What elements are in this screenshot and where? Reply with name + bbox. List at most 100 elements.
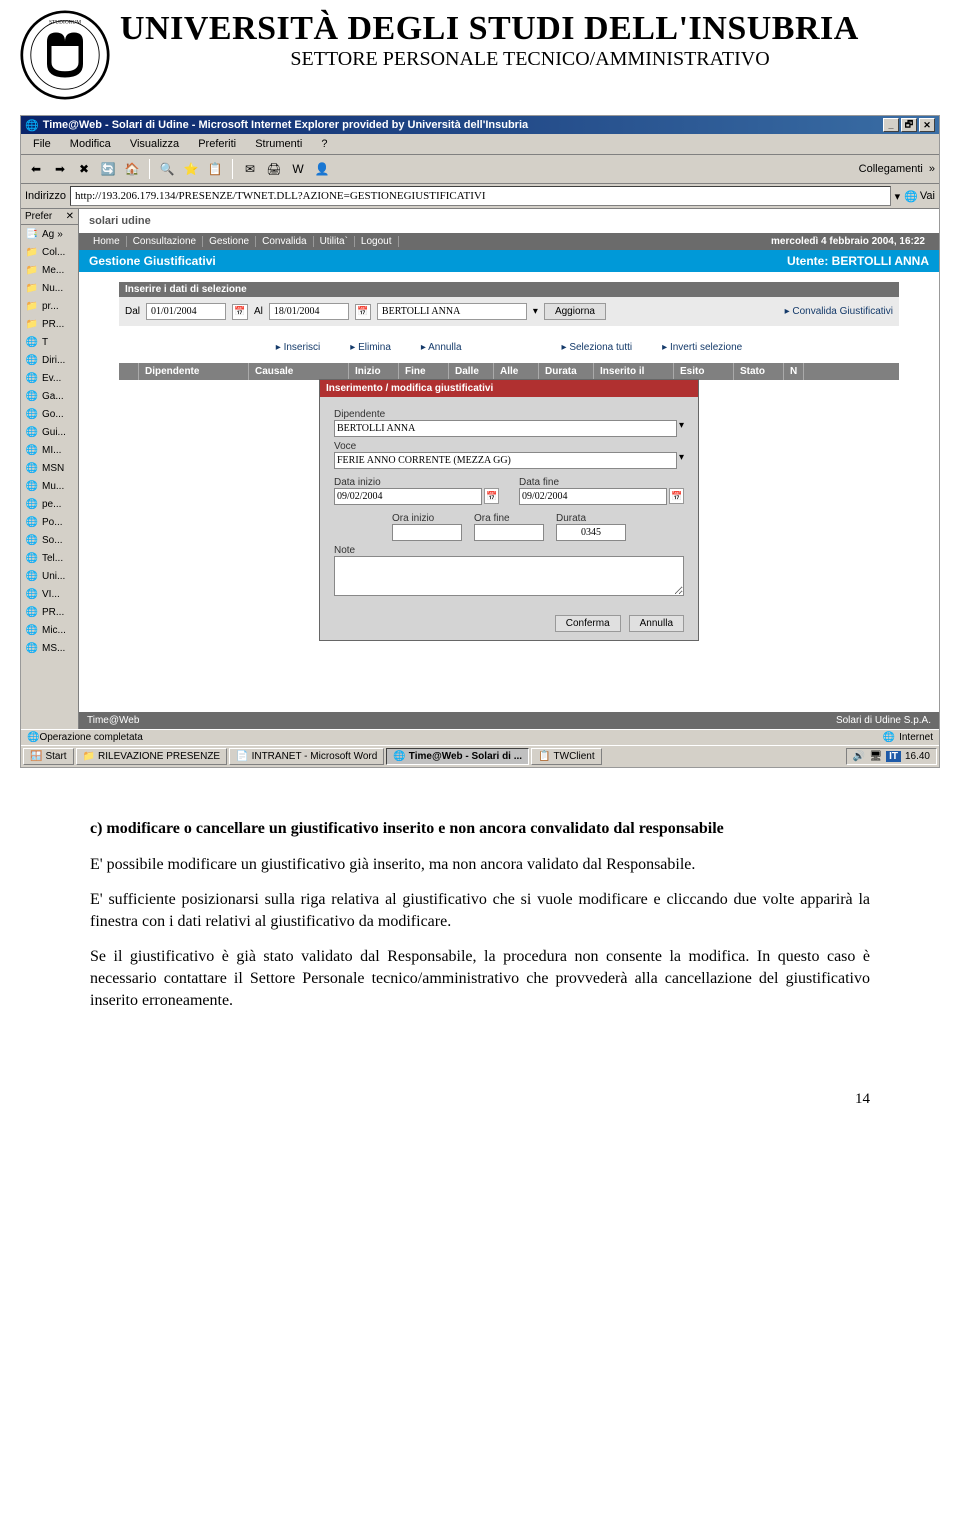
aggiorna-button[interactable]: Aggiorna <box>544 303 606 320</box>
history-button[interactable]: 📋 <box>204 158 226 180</box>
app-utilita[interactable]: Utilita` <box>314 236 355 247</box>
menu-help[interactable]: ? <box>313 136 335 152</box>
favorite-item[interactable]: 📁Nu... <box>21 279 78 297</box>
go-button[interactable]: 🌐Vai <box>904 190 935 203</box>
address-dropdown-icon[interactable]: ▾ <box>895 190 901 203</box>
app-home[interactable]: Home <box>87 236 127 247</box>
back-button[interactable]: ⬅ <box>25 158 47 180</box>
favorite-item[interactable]: 🌐VI... <box>21 585 78 603</box>
col-esito[interactable]: Esito <box>674 363 734 380</box>
col-stato[interactable]: Stato <box>734 363 784 380</box>
address-input[interactable] <box>70 186 891 206</box>
col-dalle[interactable]: Dalle <box>449 363 494 380</box>
seleziona-tutti-link[interactable]: Seleziona tutti <box>562 342 633 353</box>
dropdown-icon[interactable]: ▾ <box>679 452 684 469</box>
col-inizio[interactable]: Inizio <box>349 363 399 380</box>
app-consultazione[interactable]: Consultazione <box>127 236 203 247</box>
dropdown-icon[interactable]: ▾ <box>533 306 538 317</box>
menu-preferiti[interactable]: Preferiti <box>190 136 244 152</box>
data-inizio-input[interactable] <box>334 488 482 505</box>
menu-visualizza[interactable]: Visualizza <box>122 136 187 152</box>
task-twclient[interactable]: 📋TWClient <box>531 748 602 765</box>
favorite-item[interactable]: 🌐Mu... <box>21 477 78 495</box>
stop-button[interactable]: ✖ <box>73 158 95 180</box>
calendar-icon[interactable]: 📅 <box>669 488 684 504</box>
dal-input[interactable] <box>146 303 226 320</box>
messenger-button[interactable]: 👤 <box>311 158 333 180</box>
tray-network-icon[interactable]: 🖥 <box>869 751 882 762</box>
calendar-icon[interactable]: 📅 <box>355 304 371 320</box>
minimize-button[interactable]: _ <box>883 118 899 132</box>
favorite-item[interactable]: 🌐MSN <box>21 459 78 477</box>
maximize-button[interactable]: 🗗 <box>901 118 917 132</box>
favorite-item[interactable]: 📁Col... <box>21 243 78 261</box>
favorite-item[interactable]: 🌐Mic... <box>21 621 78 639</box>
favorite-item[interactable]: 📁PR... <box>21 315 78 333</box>
favorite-item[interactable]: 🌐pe... <box>21 495 78 513</box>
search-button[interactable]: 🔍 <box>156 158 178 180</box>
task-intranet[interactable]: 📄INTRANET - Microsoft Word <box>229 748 384 765</box>
menu-strumenti[interactable]: Strumenti <box>247 136 310 152</box>
dip-input[interactable] <box>334 420 677 437</box>
favorite-item[interactable]: 🌐T <box>21 333 78 351</box>
col-inserito[interactable]: Inserito il <box>594 363 674 380</box>
inserisci-link[interactable]: Inserisci <box>276 342 321 353</box>
favorite-item[interactable]: 🌐Tel... <box>21 549 78 567</box>
inverti-link[interactable]: Inverti selezione <box>662 342 742 353</box>
favorite-item[interactable]: 🌐Gui... <box>21 423 78 441</box>
calendar-icon[interactable]: 📅 <box>232 304 248 320</box>
annulla-button[interactable]: Annulla <box>629 615 684 632</box>
print-button[interactable]: 🖨 <box>263 158 285 180</box>
menu-modifica[interactable]: Modifica <box>62 136 119 152</box>
favorites-button[interactable]: ⭐ <box>180 158 202 180</box>
dropdown-icon[interactable]: ▾ <box>679 420 684 437</box>
favorite-item[interactable]: 📁pr... <box>21 297 78 315</box>
forward-button[interactable]: ➡ <box>49 158 71 180</box>
favorite-item[interactable]: 🌐Diri... <box>21 351 78 369</box>
links-chevron-icon[interactable]: » <box>929 163 935 175</box>
col-dipendente[interactable]: Dipendente <box>139 363 249 380</box>
app-gestione[interactable]: Gestione <box>203 236 256 247</box>
prefer-close-icon[interactable]: ✕ <box>66 211 74 222</box>
favorite-item[interactable]: 🌐Po... <box>21 513 78 531</box>
favorite-item[interactable]: 🌐Uni... <box>21 567 78 585</box>
task-timeweb[interactable]: 🌐Time@Web - Solari di ... <box>386 748 529 765</box>
refresh-button[interactable]: 🔄 <box>97 158 119 180</box>
al-input[interactable] <box>269 303 349 320</box>
elimina-link[interactable]: Elimina <box>350 342 391 353</box>
close-button[interactable]: ✕ <box>919 118 935 132</box>
voce-input[interactable] <box>334 452 677 469</box>
col-causale[interactable]: Causale <box>249 363 349 380</box>
ora-inizio-input[interactable] <box>392 524 462 541</box>
lang-indicator[interactable]: IT <box>886 751 901 762</box>
app-convalida[interactable]: Convalida <box>256 236 313 247</box>
favorite-item[interactable]: 🌐MI... <box>21 441 78 459</box>
tray-sound-icon[interactable]: 🔊 <box>853 751 865 762</box>
app-logout[interactable]: Logout <box>355 236 399 247</box>
start-button[interactable]: 🪟Start <box>23 748 74 765</box>
convalida-link[interactable]: Convalida Giustificativi <box>785 306 893 317</box>
col-fine[interactable]: Fine <box>399 363 449 380</box>
favorite-item[interactable]: 🌐Go... <box>21 405 78 423</box>
conferma-button[interactable]: Conferma <box>555 615 621 632</box>
ag-button[interactable]: 📑Ag » <box>21 225 78 243</box>
favorite-item[interactable]: 🌐MS... <box>21 639 78 657</box>
ora-fine-input[interactable] <box>474 524 544 541</box>
word-button[interactable]: W <box>287 158 309 180</box>
col-durata[interactable]: Durata <box>539 363 594 380</box>
nome-select[interactable] <box>377 303 527 320</box>
col-n[interactable]: N <box>784 363 804 380</box>
favorite-item[interactable]: 🌐So... <box>21 531 78 549</box>
links-label[interactable]: Collegamenti <box>859 163 927 175</box>
durata-input[interactable] <box>556 524 626 541</box>
note-textarea[interactable] <box>334 556 684 596</box>
home-button[interactable]: 🏠 <box>121 158 143 180</box>
favorite-item[interactable]: 🌐Ev... <box>21 369 78 387</box>
favorite-item[interactable]: 🌐Ga... <box>21 387 78 405</box>
mail-button[interactable]: ✉ <box>239 158 261 180</box>
favorite-item[interactable]: 📁Me... <box>21 261 78 279</box>
annulla-link[interactable]: Annulla <box>421 342 462 353</box>
favorite-item[interactable]: 🌐PR... <box>21 603 78 621</box>
menu-file[interactable]: File <box>25 136 59 152</box>
calendar-icon[interactable]: 📅 <box>484 488 499 504</box>
